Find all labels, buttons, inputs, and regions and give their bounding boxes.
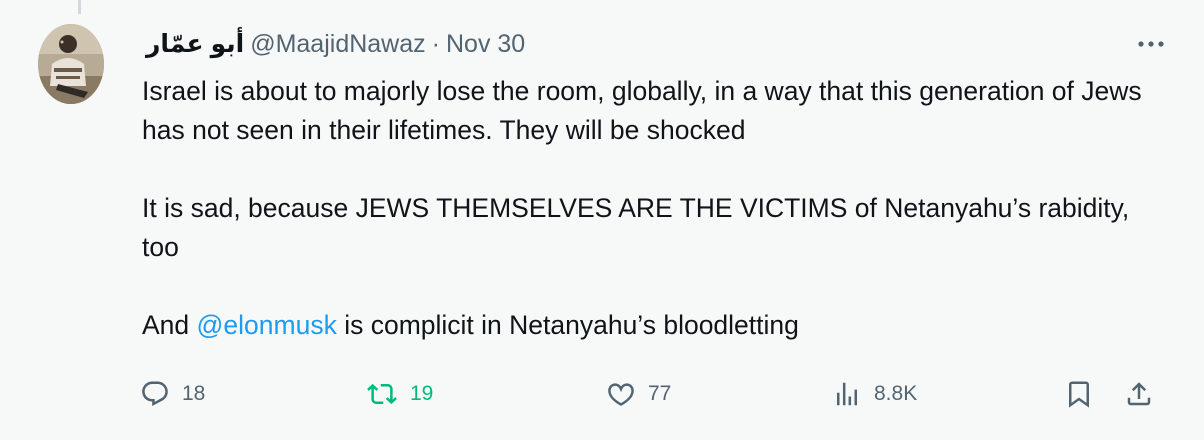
- thread-connector-line: [78, 0, 81, 14]
- text-segment: And: [142, 310, 197, 340]
- views-count: 8.8K: [874, 382, 918, 405]
- display-name[interactable]: أبو عمّار: [146, 28, 244, 60]
- action-bar: 18 19 77 8.8K: [0, 372, 1204, 416]
- avatar-image: [38, 24, 104, 104]
- separator-dot: ·: [431, 30, 440, 58]
- retweet-button[interactable]: 19: [366, 372, 433, 416]
- user-handle[interactable]: @MaajidNawaz: [250, 28, 425, 60]
- reply-icon: [142, 381, 168, 406]
- more-icon: [1138, 41, 1164, 47]
- analytics-icon: [837, 382, 857, 406]
- reply-button[interactable]: 18: [140, 372, 205, 416]
- heart-icon: [608, 383, 634, 406]
- retweet-icon: [367, 383, 397, 405]
- bookmark-button[interactable]: [1064, 372, 1094, 416]
- mention-link[interactable]: @elonmusk: [197, 310, 337, 340]
- views-button[interactable]: 8.8K: [832, 372, 917, 416]
- reply-count: 18: [182, 382, 206, 405]
- more-button[interactable]: [1134, 32, 1168, 56]
- tweet-date[interactable]: Nov 30: [446, 28, 525, 60]
- tweet-paragraph: Israel is about to majorly lose the room…: [142, 76, 1142, 145]
- tweet-paragraph: And @elonmusk is complicit in Netanyahu’…: [142, 306, 1162, 345]
- share-icon: [1127, 382, 1151, 406]
- tweet-header: أبو عمّار @MaajidNawaz · Nov 30: [146, 28, 525, 60]
- tweet-paragraph: It is sad, because JEWS THEMSELVES ARE T…: [142, 193, 1130, 262]
- tweet-text: Israel is about to majorly lose the room…: [142, 72, 1162, 345]
- like-button[interactable]: 77: [606, 372, 671, 416]
- retweet-count: 19: [410, 382, 434, 405]
- text-segment: is complicit in Netanyahu’s bloodletting: [336, 310, 799, 340]
- bookmark-icon: [1069, 381, 1089, 408]
- tweet[interactable]: أبو عمّار @MaajidNawaz · Nov 30 Israel i…: [0, 0, 1204, 440]
- share-button[interactable]: [1124, 372, 1154, 416]
- avatar[interactable]: [38, 24, 104, 104]
- like-count: 77: [648, 382, 672, 405]
